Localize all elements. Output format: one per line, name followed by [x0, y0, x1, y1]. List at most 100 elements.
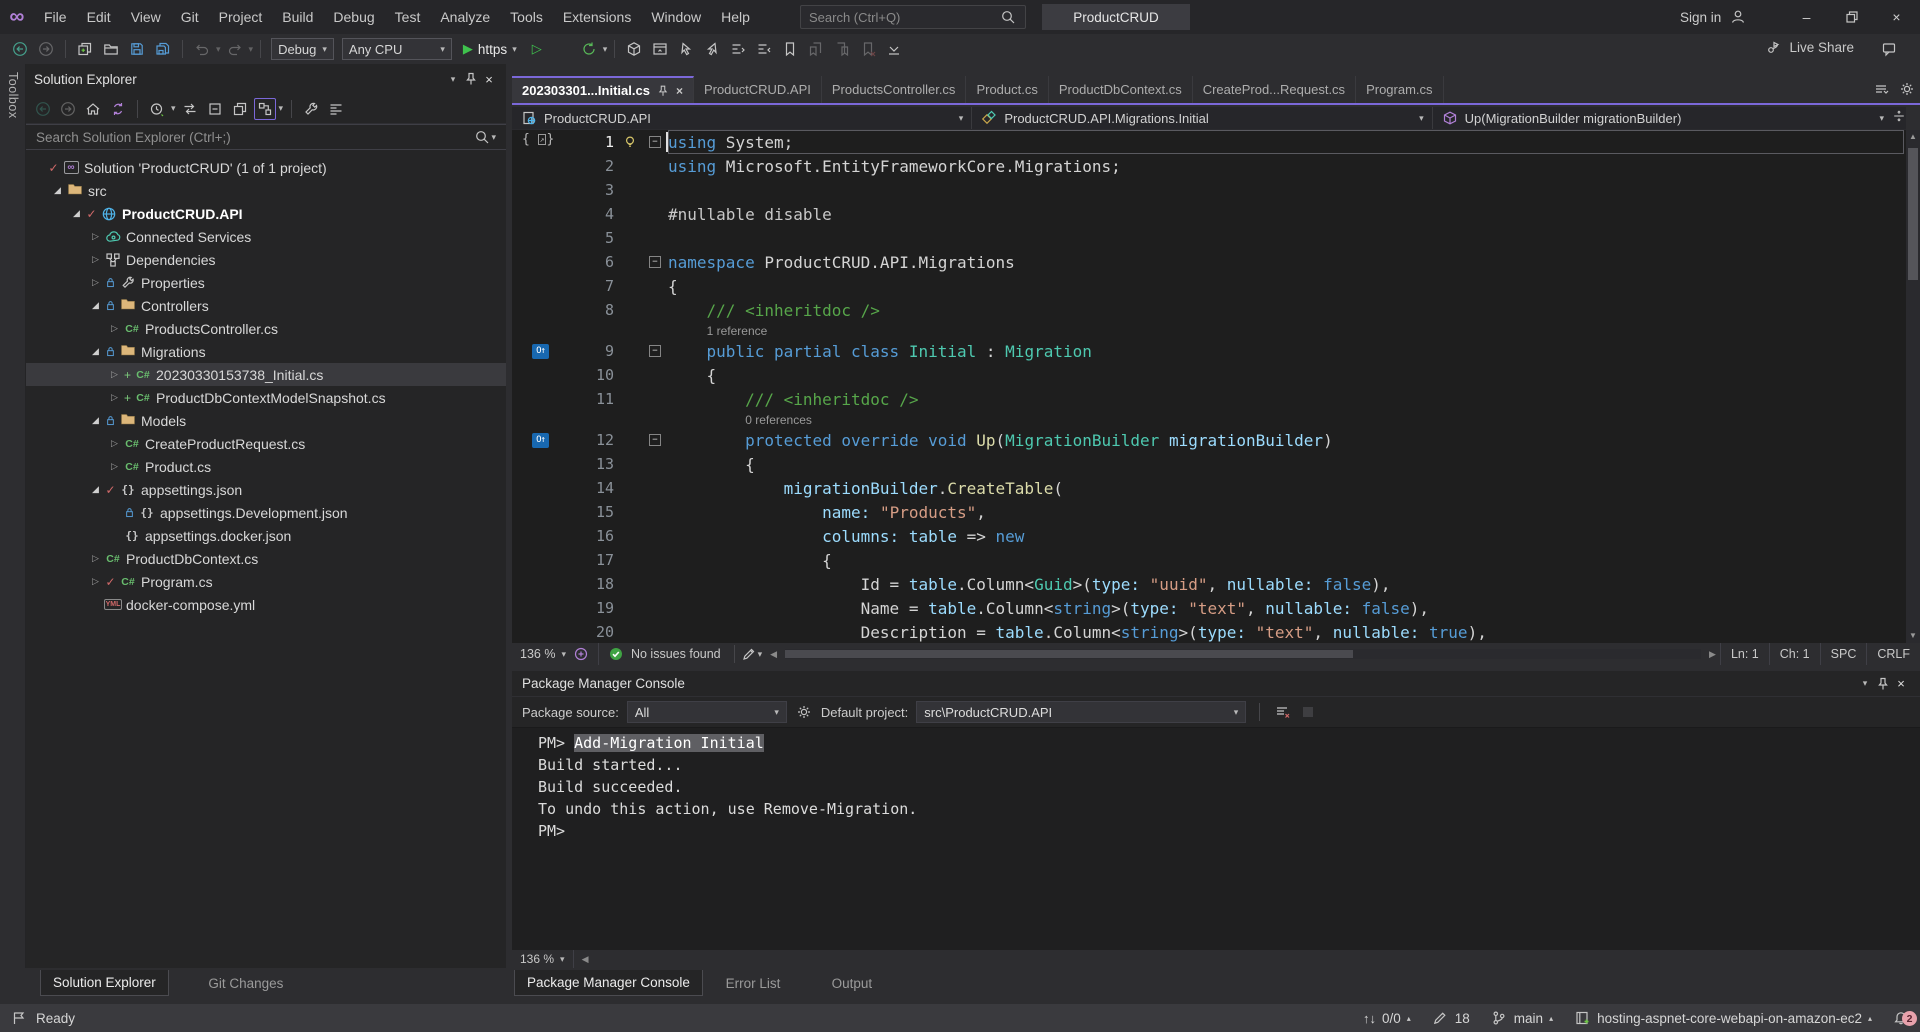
start-without-debugging-button[interactable]: ▷	[525, 37, 549, 61]
tree-item-20230330153738-initial-cs[interactable]: ▷+C#20230330153738_Initial.cs	[26, 363, 506, 386]
overflow-button[interactable]	[882, 37, 906, 61]
close-icon[interactable]: ×	[676, 84, 683, 98]
pending-changes-button[interactable]: 18	[1431, 1009, 1470, 1027]
collapsed-arrow-icon[interactable]: ▷	[107, 323, 122, 334]
scroll-down-icon[interactable]: ▼	[1906, 629, 1920, 643]
fold-collapse-icon[interactable]: −	[649, 345, 661, 357]
code-line-4[interactable]: 4#nullable disable	[512, 202, 1906, 226]
save-all-button[interactable]	[151, 37, 175, 61]
menu-debug[interactable]: Debug	[323, 0, 384, 34]
code-line-13[interactable]: 13 {	[512, 452, 1906, 476]
code-line-3[interactable]: 3	[512, 178, 1906, 202]
code-line-14[interactable]: 14 migrationBuilder.CreateTable(	[512, 476, 1906, 500]
chevron-down-icon[interactable]: ▾	[758, 649, 763, 660]
collapse-all-button[interactable]	[204, 98, 226, 120]
expanded-arrow-icon[interactable]: ◢	[88, 484, 103, 495]
pointer-prev-button[interactable]	[674, 37, 698, 61]
tree-item-productdbcontext-cs[interactable]: ▷C#ProductDbContext.cs	[26, 547, 506, 570]
close-button[interactable]: ×	[1874, 0, 1919, 34]
tree-item-docker-compose-yml[interactable]: YMLdocker-compose.yml	[26, 593, 506, 616]
save-button[interactable]	[125, 37, 149, 61]
window-position-icon[interactable]: ▾	[1856, 675, 1874, 693]
menu-analyze[interactable]: Analyze	[430, 0, 500, 34]
branch-button[interactable]: main ▴	[1490, 1009, 1553, 1027]
quick-search-box[interactable]: Search (Ctrl+Q)	[800, 5, 1026, 29]
tree-item-appsettings-development-json[interactable]: {}appsettings.Development.json	[26, 501, 506, 524]
clear-console-icon[interactable]	[1273, 703, 1291, 721]
code-line-1[interactable]: 1−using System;	[512, 130, 1906, 154]
chevron-down-icon[interactable]: ▾	[603, 44, 608, 55]
code-line-9[interactable]: O↑9− public partial class Initial : Migr…	[512, 339, 1906, 363]
menu-project[interactable]: Project	[209, 0, 273, 34]
editor-horizontal-scrollbar[interactable]	[785, 649, 1701, 659]
restart-button[interactable]	[577, 37, 601, 61]
fold-collapse-icon[interactable]: −	[649, 434, 661, 446]
collapsed-arrow-icon[interactable]: ▷	[107, 369, 122, 380]
nav-forward-button[interactable]	[57, 98, 79, 120]
toolbox-tab[interactable]: Toolbox	[6, 72, 20, 119]
minimize-button[interactable]: –	[1784, 0, 1829, 34]
tree-item-dependencies[interactable]: ▷Dependencies	[26, 248, 506, 271]
console-output[interactable]: PM> Add-Migration InitialBuild started..…	[512, 727, 1920, 950]
code-line-16[interactable]: 16 columns: table => new	[512, 524, 1906, 548]
column-indicator[interactable]: Ch: 1	[1769, 643, 1820, 665]
notifications-button[interactable]: 2	[1892, 1009, 1910, 1027]
tree-item-models[interactable]: ◢Models	[26, 409, 506, 432]
tree-item-properties[interactable]: ▷Properties	[26, 271, 506, 294]
deploy-button[interactable]	[648, 37, 672, 61]
collapsed-arrow-icon[interactable]: ▷	[107, 392, 122, 403]
collapsed-arrow-icon[interactable]: ▷	[88, 277, 103, 288]
chevron-down-icon[interactable]: ▾	[491, 132, 496, 143]
bookmark-button[interactable]	[778, 37, 802, 61]
chevron-down-icon[interactable]: ▾	[216, 44, 221, 55]
menu-view[interactable]: View	[121, 0, 171, 34]
tree-item-migrations[interactable]: ◢Migrations	[26, 340, 506, 363]
tree-item-productcrud-api[interactable]: ◢✓ProductCRUD.API	[26, 202, 506, 225]
pin-icon[interactable]	[462, 70, 480, 88]
collapsed-arrow-icon[interactable]: ▷	[88, 553, 103, 564]
tree-item-product-cs[interactable]: ▷C#Product.cs	[26, 455, 506, 478]
override-indicator-icon[interactable]: O↑	[532, 433, 549, 448]
tree-item-createproductrequest-cs[interactable]: ▷C#CreateProductRequest.cs	[26, 432, 506, 455]
expanded-arrow-icon[interactable]: ◢	[69, 208, 84, 219]
bookmark-next-button[interactable]	[830, 37, 854, 61]
package-button[interactable]	[622, 37, 646, 61]
close-icon[interactable]: ×	[1892, 675, 1910, 693]
default-project-dropdown[interactable]: src\ProductCRUD.API ▾	[916, 701, 1246, 723]
start-debugging-button[interactable]: ▶https▾	[457, 37, 523, 61]
scroll-up-icon[interactable]: ▲	[1906, 130, 1920, 144]
gear-icon[interactable]	[795, 703, 813, 721]
copy-boxes-button[interactable]	[229, 98, 251, 120]
scroll-left-icon[interactable]: ◀	[770, 649, 777, 660]
code-line-18[interactable]: 18 Id = table.Column<Guid>(type: "uuid",…	[512, 572, 1906, 596]
undo-button[interactable]	[190, 37, 214, 61]
space-mode-indicator[interactable]: SPC	[1820, 643, 1867, 665]
code-line-7[interactable]: 7{	[512, 274, 1906, 298]
tree-item-appsettings-docker-json[interactable]: {}appsettings.docker.json	[26, 524, 506, 547]
split-window-icon[interactable]	[1892, 107, 1906, 125]
scope-button[interactable]	[254, 98, 276, 120]
chevron-down-icon[interactable]: ▾	[249, 44, 254, 55]
live-share-button[interactable]: Live Share	[1765, 38, 1854, 56]
tool-tab-git-changes[interactable]: Git Changes	[196, 970, 295, 996]
document-tab-productcrud-api[interactable]: ProductCRUD.API	[694, 76, 822, 103]
expanded-arrow-icon[interactable]: ◢	[88, 346, 103, 357]
tree-item-appsettings-json[interactable]: ◢✓{}appsettings.json	[26, 478, 506, 501]
document-tab-202303301-initial-cs[interactable]: 202303301...Initial.cs×	[512, 76, 694, 103]
redo-button[interactable]	[223, 37, 247, 61]
menu-tools[interactable]: Tools	[500, 0, 553, 34]
scroll-left-icon[interactable]: ◀	[582, 954, 589, 965]
tool-tab-output[interactable]: Output	[820, 970, 885, 996]
document-tab-productdbcontext-cs[interactable]: ProductDbContext.cs	[1049, 76, 1193, 103]
sync-button[interactable]	[107, 98, 129, 120]
feedback-icon[interactable]	[1880, 40, 1898, 58]
code-line-19[interactable]: 19 Name = table.Column<string>(type: "te…	[512, 596, 1906, 620]
nav-back-button[interactable]	[8, 37, 32, 61]
clock-button[interactable]	[146, 98, 168, 120]
code-line-10[interactable]: 10 {	[512, 363, 1906, 387]
code-line-20[interactable]: 20 Description = table.Column<string>(ty…	[512, 620, 1906, 643]
home-button[interactable]	[82, 98, 104, 120]
breadcrumb-project-dropdown[interactable]: ProductCRUD.API ▾	[512, 107, 972, 129]
codelens-row[interactable]: 1 reference	[512, 322, 1906, 339]
hot-reload-button[interactable]	[551, 37, 575, 61]
